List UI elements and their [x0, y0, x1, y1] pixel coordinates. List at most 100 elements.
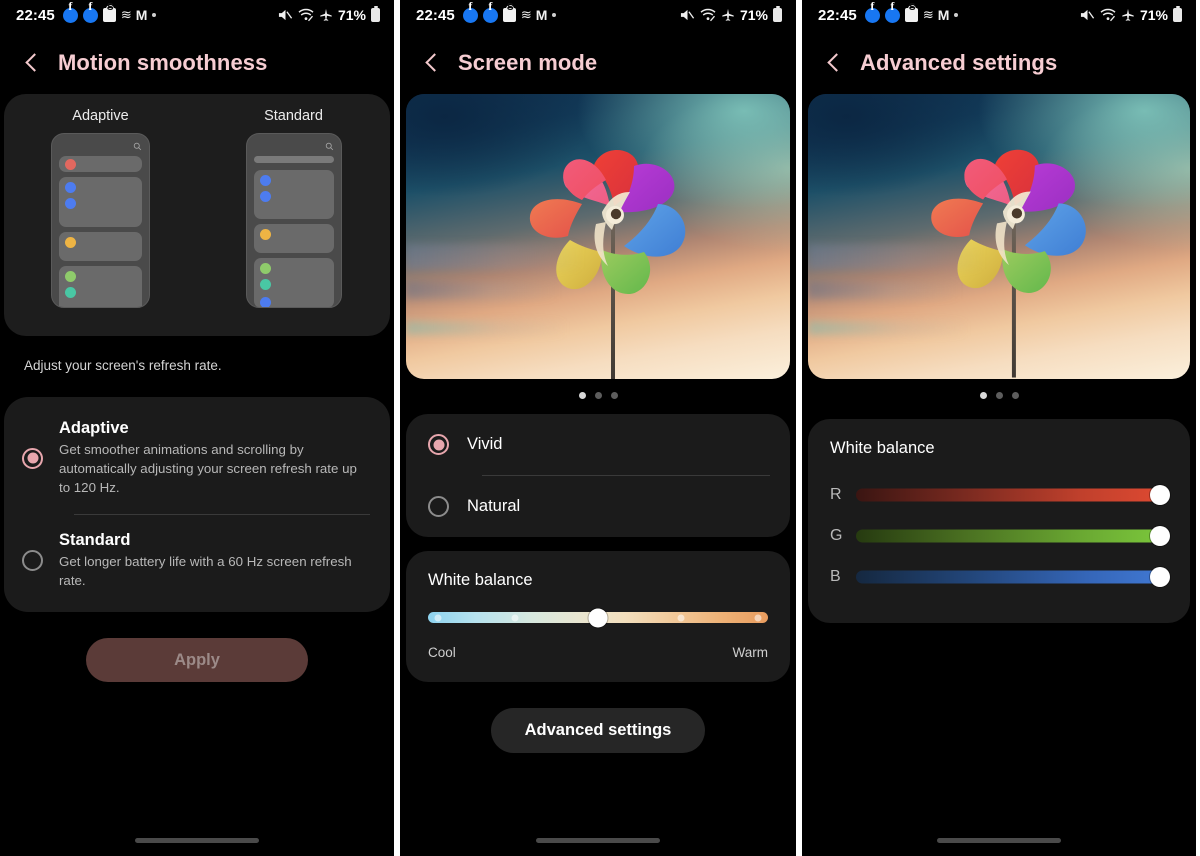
back-arrow-icon[interactable] [824, 53, 844, 73]
status-time: 22:45 [416, 6, 455, 24]
more-dot-icon [552, 13, 557, 17]
status-bar-right: 71% [278, 6, 380, 23]
option-standard-desc: Get longer battery life with a 60 Hz scr… [59, 553, 352, 588]
facebook-icon [62, 7, 78, 23]
battery-icon [773, 6, 782, 22]
radio-adaptive[interactable] [22, 447, 43, 469]
three-panel-screenshot-strip: 22:45 ≋ M [0, 0, 1200, 856]
apply-button[interactable]: Apply [86, 638, 308, 683]
airplane-mode-icon [1122, 8, 1134, 21]
rgb-track-red [856, 488, 1168, 501]
panel-advanced-settings: 22:45 ≋ M 71% [802, 0, 1196, 856]
phone-mockup-standard [245, 133, 342, 308]
rgb-slider-green[interactable] [856, 525, 1170, 546]
radio-natural[interactable] [428, 496, 449, 517]
option-vivid[interactable]: Vivid [406, 414, 790, 475]
battery-percent: 71% [337, 7, 366, 23]
airplane-mode-icon [320, 8, 332, 21]
status-bar-right: 71% [1080, 6, 1182, 23]
rgb-row-green: G [830, 515, 1170, 556]
page-dot-2[interactable] [594, 392, 602, 399]
status-time: 22:45 [818, 6, 857, 24]
wifi-off-icon [700, 8, 716, 22]
facebook-icon [482, 7, 498, 23]
status-bar-left: 22:45 ≋ M [818, 5, 959, 24]
option-natural[interactable]: Natural [406, 476, 790, 537]
refresh-rate-preview-card: Adaptive Standard [4, 94, 390, 336]
slider-tick [754, 614, 762, 622]
page-title: Screen mode [458, 50, 598, 75]
battery-icon [1173, 6, 1182, 22]
page-dot-2[interactable] [995, 392, 1003, 399]
shopping-bag-icon [102, 5, 116, 22]
refresh-rate-options-card: Adaptive Get smoother animations and scr… [4, 397, 390, 613]
rgb-row-blue: B [830, 556, 1170, 597]
status-bar-left: 22:45 ≋ M [416, 5, 557, 24]
option-adaptive-desc: Get smoother animations and scrolling by… [59, 442, 357, 495]
rgb-thumb-blue[interactable] [1150, 566, 1170, 587]
back-arrow-icon[interactable] [22, 53, 42, 73]
rgb-label-r: R [830, 485, 842, 503]
preview-standard-label: Standard [264, 108, 323, 124]
phone-mockup-adaptive [51, 133, 150, 308]
back-arrow-icon[interactable] [422, 53, 442, 73]
page-header: Advanced settings [802, 30, 1196, 94]
rgb-row-red: R [830, 474, 1170, 515]
rgb-label-b: B [830, 567, 841, 585]
page-dot-3[interactable] [610, 392, 618, 399]
option-standard[interactable]: Standard Get longer battery life with a … [4, 515, 390, 607]
rgb-slider-red[interactable] [856, 484, 1170, 505]
preview-standard: Standard [229, 108, 359, 308]
refresh-rate-note: Adjust your screen's refresh rate. [24, 358, 222, 373]
rgb-thumb-red[interactable] [1150, 484, 1170, 505]
status-bar: 22:45 ≋ M 71% [802, 0, 1196, 30]
page-dot-3[interactable] [1011, 392, 1019, 399]
white-balance-thumb[interactable] [588, 608, 608, 628]
white-balance-card: White balance Cool Warm [406, 551, 790, 682]
white-balance-slider[interactable] [428, 608, 768, 628]
preview-adaptive-label: Adaptive [72, 108, 129, 124]
mock-row [59, 266, 142, 307]
option-adaptive[interactable]: Adaptive Get smoother animations and scr… [4, 403, 390, 514]
status-bar: 22:45 ≋ M [0, 0, 394, 30]
panel-motion-smoothness: 22:45 ≋ M [0, 0, 394, 856]
pinwheel-image [931, 149, 1086, 378]
shopping-bag-icon [904, 5, 918, 22]
facebook-icon [884, 7, 900, 23]
gesture-bar[interactable] [536, 838, 660, 843]
slider-tick [511, 614, 519, 622]
mute-icon [278, 9, 293, 21]
preview-adaptive: Adaptive [36, 108, 166, 308]
status-time: 22:45 [16, 6, 55, 24]
gesture-bar[interactable] [135, 838, 259, 843]
slider-label-cool: Cool [428, 645, 456, 660]
white-balance-title: White balance [428, 571, 533, 589]
battery-percent: 71% [739, 7, 768, 23]
gesture-bar[interactable] [937, 838, 1061, 843]
radio-standard[interactable] [22, 550, 43, 571]
wifi-off-icon [298, 8, 314, 22]
slider-tick [434, 614, 442, 622]
page-title: Advanced settings [860, 50, 1058, 75]
slider-label-warm: Warm [732, 645, 769, 660]
mock-row [253, 258, 334, 307]
shopping-bag-icon [502, 5, 516, 22]
rgb-slider-blue[interactable] [856, 566, 1170, 587]
advanced-settings-button[interactable]: Advanced settings [490, 708, 706, 753]
more-dot-icon [954, 13, 959, 17]
wallpaper-preview [808, 94, 1190, 379]
facebook-icon [462, 7, 478, 23]
status-bar-right: 71% [680, 6, 782, 23]
carousel-page-dots[interactable] [400, 379, 796, 399]
mute-icon [680, 9, 695, 21]
mock-row [59, 156, 142, 172]
battery-icon [371, 6, 380, 22]
carousel-page-dots[interactable] [802, 379, 1196, 399]
page-dot-1[interactable] [979, 392, 987, 399]
rgb-thumb-green[interactable] [1150, 525, 1170, 546]
mock-row [253, 224, 334, 253]
radio-vivid[interactable] [428, 434, 449, 455]
slider-tick [677, 614, 685, 622]
page-header: Motion smoothness [0, 30, 394, 94]
page-dot-1[interactable] [578, 392, 586, 399]
